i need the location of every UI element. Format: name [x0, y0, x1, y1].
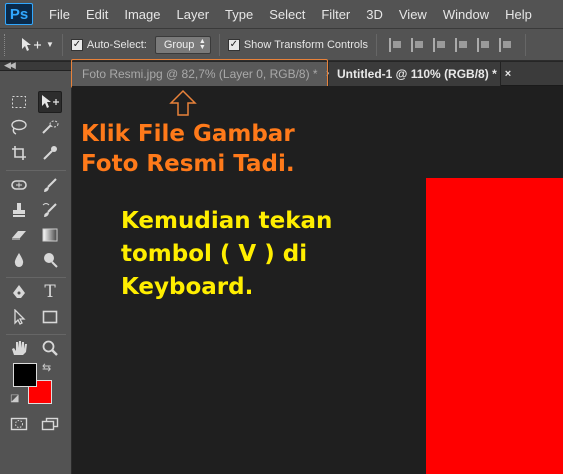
menu-window[interactable]: Window [435, 0, 497, 29]
path-selection-icon[interactable] [7, 306, 31, 328]
options-separator [375, 33, 377, 56]
tab-label: Foto Resmi.jpg @ 82,7% (Layer 0, RGB/8) … [82, 67, 318, 81]
align-vcenter-icon[interactable] [410, 37, 425, 52]
foreground-color-swatch[interactable] [13, 363, 37, 387]
pen-icon[interactable] [7, 281, 31, 303]
rectangular-marquee-icon[interactable] [7, 91, 31, 113]
chevron-down-icon: ▼ [46, 40, 54, 49]
photoshop-logo: Ps [5, 3, 33, 25]
type-icon[interactable]: T [38, 281, 62, 303]
swap-colors-icon[interactable]: ⇆ [42, 361, 51, 374]
menu-help[interactable]: Help [497, 0, 540, 29]
menu-3d[interactable]: 3D [358, 0, 391, 29]
auto-select-checkbox[interactable]: ✓ [70, 38, 83, 51]
show-transform-label: Show Transform Controls [243, 38, 368, 51]
menu-view[interactable]: View [391, 0, 435, 29]
blur-icon[interactable] [7, 249, 31, 271]
auto-select-mode-dropdown[interactable]: Group ▲ ▼ [154, 35, 211, 54]
auto-select-mode-value: Group [163, 38, 195, 51]
rectangle-shape-icon[interactable] [38, 306, 62, 328]
move-tool-icon [22, 37, 41, 51]
show-transform-checkbox[interactable]: ✓ [227, 38, 240, 51]
brush-icon[interactable] [38, 174, 62, 196]
gradient-icon[interactable] [38, 224, 62, 246]
menu-image[interactable]: Image [116, 0, 168, 29]
instruction-yellow: Kemudian tekan tombol ( V ) di Keyboard. [121, 205, 332, 304]
tab-untitled-1[interactable]: Untitled-1 @ 110% (RGB/8) * × [329, 62, 511, 86]
toolbox-collapse-bar[interactable]: ◀◀ [0, 60, 72, 71]
dodge-icon[interactable] [38, 249, 62, 271]
auto-select-label: Auto-Select: [86, 38, 147, 51]
toolbox-separator [6, 277, 66, 278]
screen-mode-icon[interactable] [38, 413, 62, 435]
align-hcenter-icon[interactable] [476, 37, 491, 52]
close-icon[interactable]: × [505, 68, 511, 80]
menu-select[interactable]: Select [261, 0, 313, 29]
toolbox-separator [6, 170, 66, 171]
tab-label: Untitled-1 @ 110% (RGB/8) * [337, 67, 497, 81]
quick-selection-icon[interactable] [38, 116, 62, 138]
tool-preset-picker[interactable]: ▼ [20, 37, 54, 53]
instruction-orange: Klik File Gambar Foto Resmi Tadi. [81, 119, 295, 179]
menu-layer[interactable]: Layer [169, 0, 218, 29]
hand-icon[interactable] [7, 337, 31, 359]
instruction-line: Foto Resmi Tadi. [81, 151, 295, 177]
options-bar: ▼ ✓ Auto-Select: Group ▲ ▼ ✓ Show Transfo… [0, 29, 563, 61]
toolbox: T ⇆ ◪ [0, 71, 72, 474]
updown-arrows-icon: ▲ ▼ [198, 37, 206, 51]
default-colors-icon[interactable]: ◪ [10, 393, 19, 404]
eraser-icon[interactable] [7, 224, 31, 246]
document-canvas[interactable] [426, 178, 563, 474]
menu-edit[interactable]: Edit [78, 0, 116, 29]
zoom-icon[interactable] [38, 337, 62, 359]
eyedropper-icon[interactable] [38, 142, 62, 164]
move-icon[interactable] [38, 91, 62, 113]
double-chevron-icon: ◀◀ [4, 60, 16, 70]
menu-file[interactable]: File [41, 0, 78, 29]
menu-bar: Ps File Edit Image Layer Type Select Fil… [0, 0, 563, 29]
history-brush-icon[interactable] [38, 199, 62, 221]
align-bottom-icon[interactable] [432, 37, 447, 52]
tab-foto-resmi[interactable]: Foto Resmi.jpg @ 82,7% (Layer 0, RGB/8) … [72, 62, 332, 86]
arrow-up-icon [169, 89, 197, 116]
toolbox-separator [6, 334, 66, 335]
clone-stamp-icon[interactable] [7, 199, 31, 221]
instruction-line: tombol ( V ) di [121, 241, 308, 267]
instruction-line: Kemudian tekan [121, 208, 333, 234]
options-separator [218, 33, 220, 56]
menu-type[interactable]: Type [217, 0, 261, 29]
instruction-line: Klik File Gambar [81, 121, 295, 147]
options-separator [61, 33, 63, 56]
document-tab-bar: Foto Resmi.jpg @ 82,7% (Layer 0, RGB/8) … [72, 62, 563, 86]
align-left-icon[interactable] [454, 37, 469, 52]
options-bar-grip[interactable] [4, 33, 8, 56]
options-separator [524, 33, 526, 56]
align-right-icon[interactable] [498, 37, 513, 52]
instruction-line: Keyboard. [121, 274, 254, 300]
crop-icon[interactable] [7, 142, 31, 164]
quick-mask-icon[interactable] [7, 413, 31, 435]
align-top-icon[interactable] [388, 37, 403, 52]
menu-filter[interactable]: Filter [313, 0, 358, 29]
lasso-icon[interactable] [7, 116, 31, 138]
spot-healing-icon[interactable] [7, 174, 31, 196]
